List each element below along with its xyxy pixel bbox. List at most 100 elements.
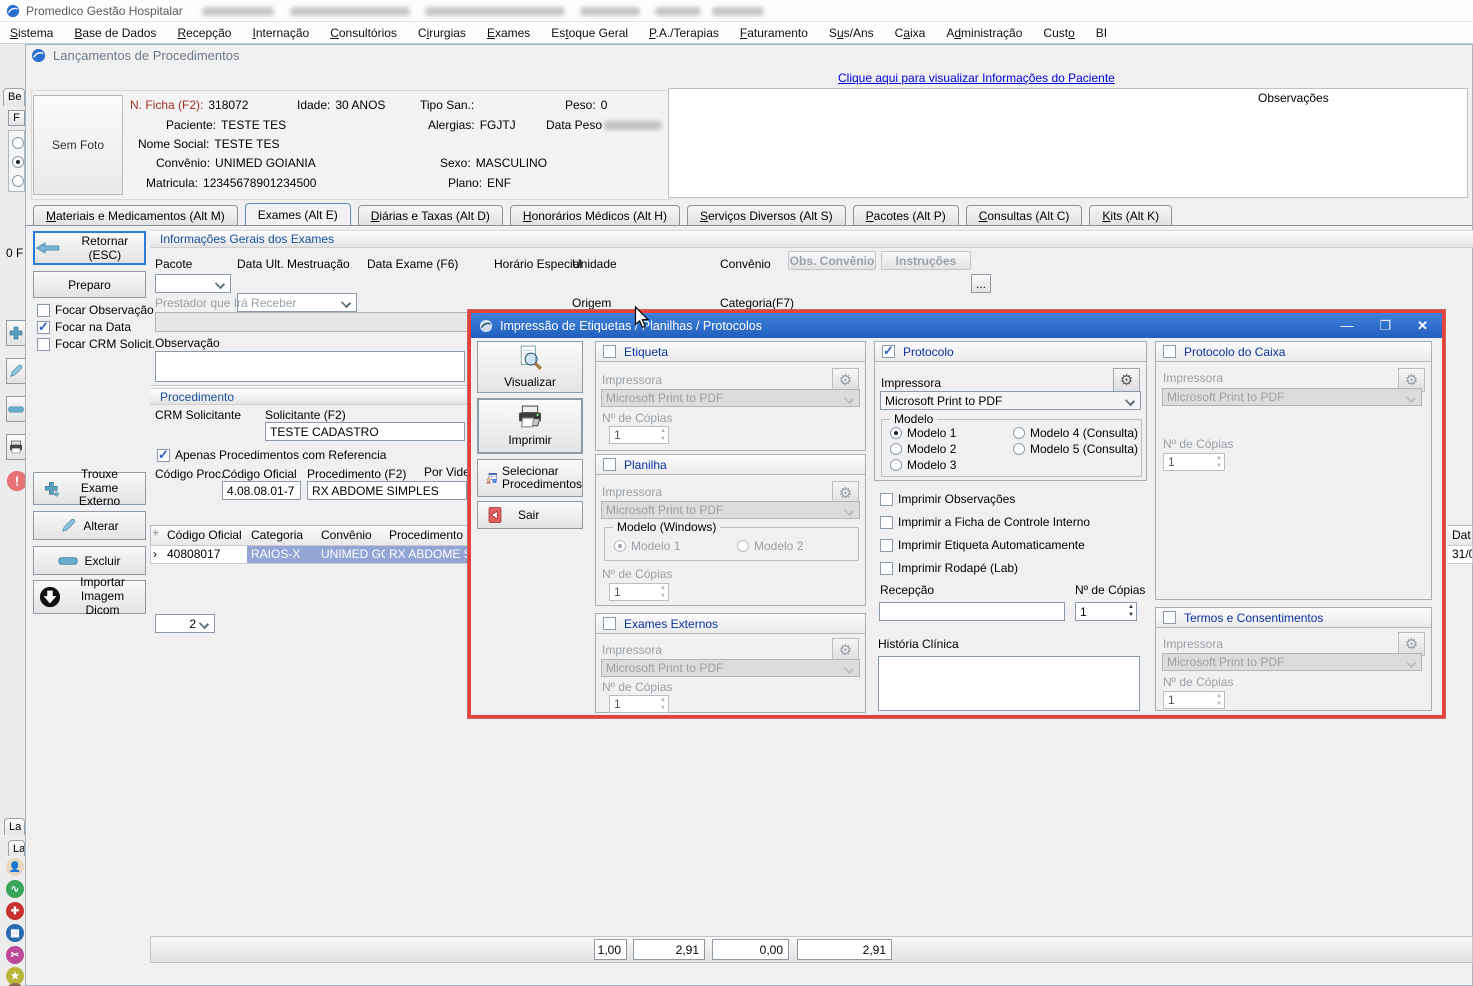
sair-button[interactable]: Sair bbox=[477, 501, 583, 529]
protocolo-gear-icon[interactable]: ⚙ bbox=[1113, 368, 1140, 392]
menu-administracao[interactable]: Administração bbox=[946, 26, 1022, 40]
focar-na-data-checkbox[interactable] bbox=[37, 321, 50, 334]
planilha-modelo2-radio[interactable] bbox=[737, 540, 749, 552]
retornar-button[interactable]: Retornar (ESC) bbox=[33, 231, 146, 265]
menu-faturamento[interactable]: Faturamento bbox=[740, 26, 808, 40]
planilha-copias-spinner[interactable]: 1 bbox=[609, 583, 669, 601]
procedimento-f2-label: Procedimento (F2) bbox=[307, 467, 406, 481]
exames-externos-copias-spinner[interactable]: 1 bbox=[609, 695, 669, 713]
protocolo-modelo1-radio[interactable] bbox=[890, 427, 902, 439]
trouxe-exame-button[interactable]: Trouxe Exame Externo bbox=[33, 472, 146, 505]
codigo-proc-combo[interactable]: 2 bbox=[155, 614, 215, 633]
etiqueta-printer-combo[interactable]: Microsoft Print to PDF bbox=[601, 389, 860, 407]
grid-header-data-clipped[interactable]: Dat bbox=[1448, 525, 1473, 546]
background-add-icon bbox=[6, 320, 26, 346]
maximize-icon[interactable]: ❐ bbox=[1379, 318, 1391, 334]
protocolo-printer-combo[interactable]: Microsoft Print to PDF bbox=[880, 391, 1141, 410]
menu-estoque-geral[interactable]: Estoque Geral bbox=[551, 26, 628, 40]
protocolo-modelo5-radio[interactable] bbox=[1013, 443, 1025, 455]
tab-pacotes[interactable]: Pacotes (Alt P) bbox=[853, 205, 959, 226]
preparo-button[interactable]: Preparo bbox=[33, 271, 146, 298]
menu-cirurgias[interactable]: Cirurgias bbox=[418, 26, 466, 40]
termos-checkbox[interactable] bbox=[1163, 611, 1176, 624]
imprimir-rodape-checkbox[interactable] bbox=[880, 562, 893, 575]
grid-header-categoria[interactable]: Categoria bbox=[247, 525, 318, 546]
protocolo-modelo4-radio[interactable] bbox=[1013, 427, 1025, 439]
pacote-combo[interactable] bbox=[155, 274, 231, 293]
imprimir-observacoes-checkbox[interactable] bbox=[880, 493, 893, 506]
codigo-oficial-input[interactable]: 4.08.08.01-7 bbox=[222, 481, 301, 500]
termos-printer-combo[interactable]: Microsoft Print to PDF bbox=[1162, 653, 1422, 671]
grid-cell-codigo[interactable]: 40808017 bbox=[163, 545, 248, 564]
focar-observacao-label: Focar Observação bbox=[55, 303, 154, 317]
redacted-text bbox=[290, 7, 410, 16]
planilha-printer-combo[interactable]: Microsoft Print to PDF bbox=[601, 501, 860, 519]
grid-cell-procedimento[interactable]: RX ABDOME SIMP bbox=[385, 545, 469, 564]
menu-recepcao[interactable]: Recepção bbox=[177, 26, 231, 40]
procedimento-input[interactable]: RX ABDOME SIMPLES bbox=[307, 481, 467, 500]
tab-kits[interactable]: Kits (Alt K) bbox=[1089, 205, 1172, 226]
tab-honorarios[interactable]: Honorários Médicos (Alt H) bbox=[510, 205, 680, 226]
solicitante-input[interactable]: TESTE CADASTRO bbox=[265, 422, 465, 441]
grid-cell-convenio[interactable]: UNIMED GOI bbox=[317, 545, 386, 564]
tab-diarias[interactable]: Diárias e Taxas (Alt D) bbox=[358, 205, 503, 226]
visualizar-button[interactable]: Visualizar bbox=[477, 341, 583, 393]
menu-base-de-dados[interactable]: Base de Dados bbox=[74, 26, 156, 40]
exames-externos-title: Exames Externos bbox=[624, 617, 718, 631]
apenas-referencia-checkbox[interactable] bbox=[157, 449, 170, 462]
protocolo-caixa-printer-combo[interactable]: Microsoft Print to PDF bbox=[1162, 388, 1422, 406]
menu-exames[interactable]: Exames bbox=[487, 26, 530, 40]
protocolo-checkbox[interactable] bbox=[882, 345, 895, 358]
menu-sus-ans[interactable]: Sus/Ans bbox=[829, 26, 874, 40]
menu-caixa[interactable]: Caixa bbox=[895, 26, 926, 40]
menu-consultorios[interactable]: Consultórios bbox=[330, 26, 397, 40]
observacoes-box[interactable] bbox=[668, 88, 1468, 198]
grid-header-convenio[interactable]: Convênio bbox=[317, 525, 386, 546]
convenio-more-button[interactable]: ... bbox=[971, 274, 991, 293]
protocolo-modelo2-radio[interactable] bbox=[890, 443, 902, 455]
grid-cell-categoria[interactable]: RAIOS-X bbox=[247, 545, 318, 564]
importar-dicom-button[interactable]: Importar Imagem Dicom bbox=[33, 580, 146, 614]
menu-pa-terapias[interactable]: P.A./Terapias bbox=[649, 26, 719, 40]
selecionar-procedimentos-button[interactable]: ? Selecionar Procedimentos bbox=[477, 459, 583, 497]
tab-consultas[interactable]: Consultas (Alt C) bbox=[966, 205, 1083, 226]
alterar-button[interactable]: Alterar bbox=[33, 511, 146, 540]
menu-internacao[interactable]: Internação bbox=[252, 26, 309, 40]
minimize-icon[interactable]: — bbox=[1340, 318, 1353, 333]
tab-servicos[interactable]: Serviços Diversos (Alt S) bbox=[687, 205, 846, 226]
etiqueta-copias-spinner[interactable]: 1 bbox=[609, 426, 669, 444]
etiqueta-checkbox[interactable] bbox=[603, 345, 616, 358]
excluir-button[interactable]: Excluir bbox=[33, 546, 146, 575]
menu-custo[interactable]: Custo bbox=[1043, 26, 1074, 40]
imprimir-ficha-checkbox[interactable] bbox=[880, 516, 893, 529]
protocolo-caixa-checkbox[interactable] bbox=[1163, 345, 1176, 358]
protocolo-copias-spinner[interactable]: 1 bbox=[1075, 602, 1137, 621]
focar-crm-checkbox[interactable] bbox=[37, 338, 50, 351]
menu-sistema[interactable]: Sistema bbox=[10, 26, 53, 40]
focar-observacao-checkbox[interactable] bbox=[37, 304, 50, 317]
patient-info-link[interactable]: Clique aqui para visualizar Informações … bbox=[838, 71, 1115, 85]
grid-header-procedimento[interactable]: Procedimento bbox=[385, 525, 469, 546]
obs-convenio-button[interactable]: Obs. Convênio bbox=[788, 251, 876, 270]
grid-header-codigo[interactable]: Código Oficial bbox=[163, 525, 248, 546]
tab-exames[interactable]: Exames (Alt E) bbox=[245, 203, 351, 226]
imprimir-etiqueta-auto-checkbox[interactable] bbox=[880, 539, 893, 552]
observacao-textarea[interactable] bbox=[155, 351, 465, 382]
menu-bi[interactable]: BI bbox=[1096, 26, 1107, 40]
protocolo-caixa-copias-spinner[interactable]: 1 bbox=[1163, 453, 1225, 471]
close-icon[interactable]: ✕ bbox=[1417, 318, 1428, 334]
exames-externos-checkbox[interactable] bbox=[603, 617, 616, 630]
grid-cell-data-clipped[interactable]: 31/0 bbox=[1448, 545, 1473, 564]
exames-externos-printer-combo[interactable]: Microsoft Print to PDF bbox=[601, 659, 860, 677]
historia-clinica-textarea[interactable] bbox=[878, 656, 1140, 711]
nome-social-label: Nome Social: bbox=[138, 137, 209, 151]
imprimir-button[interactable]: Imprimir bbox=[477, 398, 583, 454]
planilha-checkbox[interactable] bbox=[603, 458, 616, 471]
protocolo-modelo3-radio[interactable] bbox=[890, 459, 902, 471]
dialog-titlebar[interactable]: Impressão de Etiquetas / Planilhas / Pro… bbox=[471, 313, 1442, 338]
planilha-modelo1-radio[interactable] bbox=[614, 540, 626, 552]
termos-copias-spinner[interactable]: 1 bbox=[1163, 691, 1225, 709]
instrucoes-button[interactable]: Instruções bbox=[881, 251, 971, 270]
recepcao-input[interactable] bbox=[879, 602, 1065, 621]
tab-materiais[interactable]: Materiais e Medicamentos (Alt M) bbox=[33, 205, 238, 226]
